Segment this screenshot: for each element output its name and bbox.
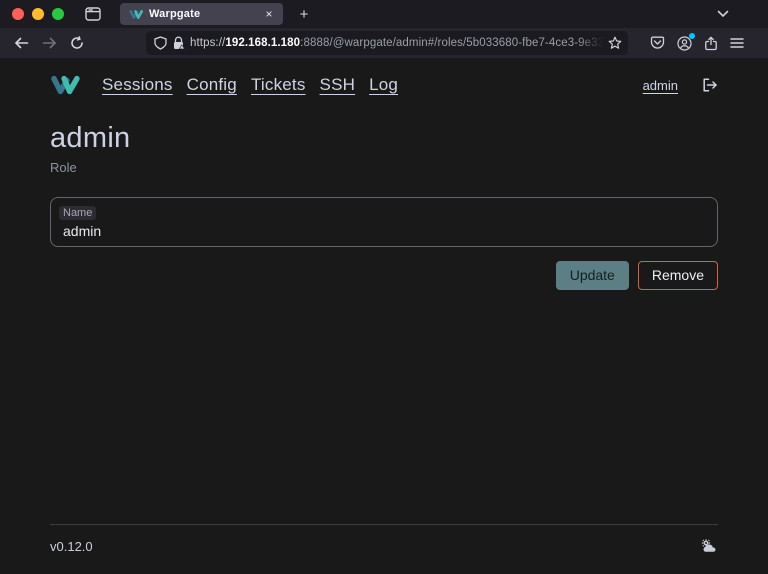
url-bar[interactable]: https://192.168.1.180:8888/@warpgate/adm… bbox=[146, 31, 628, 55]
new-tab-button[interactable]: + bbox=[291, 3, 317, 25]
tab-bar: Warpgate × + bbox=[0, 0, 768, 28]
firefox-view-icon[interactable] bbox=[78, 3, 108, 25]
warpgate-logo-icon[interactable] bbox=[50, 74, 80, 96]
list-all-tabs-chevron-down-icon[interactable] bbox=[710, 3, 736, 25]
close-window-button[interactable] bbox=[12, 8, 24, 20]
url-scheme: https:// bbox=[190, 37, 225, 49]
name-field-container: Name bbox=[50, 197, 718, 247]
browser-window: Warpgate × + bbox=[0, 0, 768, 574]
tab-close-icon[interactable]: × bbox=[261, 6, 277, 22]
browser-tab-warpgate[interactable]: Warpgate × bbox=[120, 3, 283, 25]
page-title: admin bbox=[50, 122, 718, 155]
window-controls bbox=[0, 8, 70, 20]
name-field-label: Name bbox=[59, 206, 96, 220]
bookmark-star-icon[interactable] bbox=[608, 36, 622, 50]
navigation-toolbar: https://192.168.1.180:8888/@warpgate/adm… bbox=[0, 28, 768, 58]
forward-icon[interactable] bbox=[36, 31, 62, 55]
account-icon[interactable] bbox=[677, 36, 692, 51]
remove-button[interactable]: Remove bbox=[638, 261, 718, 290]
logout-icon[interactable] bbox=[702, 78, 718, 92]
version-label: v0.12.0 bbox=[50, 539, 93, 554]
form-actions: Update Remove bbox=[50, 261, 718, 290]
account-notification-dot bbox=[689, 33, 695, 39]
update-button[interactable]: Update bbox=[556, 261, 629, 290]
pocket-icon[interactable] bbox=[650, 36, 665, 50]
tab-title: Warpgate bbox=[149, 8, 255, 20]
warpgate-admin-page: Sessions Config Tickets SSH Log admin ad… bbox=[0, 58, 768, 574]
toolbar-right-icons bbox=[650, 36, 744, 51]
share-icon[interactable] bbox=[704, 36, 718, 51]
site-navigation: Sessions Config Tickets SSH Log admin bbox=[50, 58, 718, 96]
nav-link-ssh[interactable]: SSH bbox=[320, 75, 356, 95]
menu-hamburger-icon[interactable] bbox=[730, 37, 744, 49]
nav-link-tickets[interactable]: Tickets bbox=[251, 75, 306, 95]
minimize-window-button[interactable] bbox=[32, 8, 44, 20]
current-user-link[interactable]: admin bbox=[643, 78, 678, 93]
url-fade bbox=[577, 37, 603, 49]
nav-link-sessions[interactable]: Sessions bbox=[102, 75, 173, 95]
page-subtitle: Role bbox=[50, 160, 718, 175]
page-footer: v0.12.0 bbox=[50, 524, 718, 574]
gear-cloud-icon[interactable] bbox=[700, 538, 718, 554]
nav-link-log[interactable]: Log bbox=[369, 75, 398, 95]
reload-icon[interactable] bbox=[64, 31, 90, 55]
tracking-shield-icon[interactable] bbox=[154, 36, 167, 50]
zoom-window-button[interactable] bbox=[52, 8, 64, 20]
back-icon[interactable] bbox=[8, 31, 34, 55]
url-text[interactable]: https://192.168.1.180:8888/@warpgate/adm… bbox=[190, 37, 603, 49]
url-path: :8888/@warpgate/admin#/roles/5b033680-fb… bbox=[300, 37, 603, 49]
tab-favicon-warpgate-icon bbox=[129, 9, 143, 20]
nav-link-config[interactable]: Config bbox=[187, 75, 237, 95]
url-host: 192.168.1.180 bbox=[225, 37, 300, 49]
lock-warning-icon[interactable] bbox=[172, 36, 185, 50]
name-input[interactable] bbox=[63, 221, 705, 239]
